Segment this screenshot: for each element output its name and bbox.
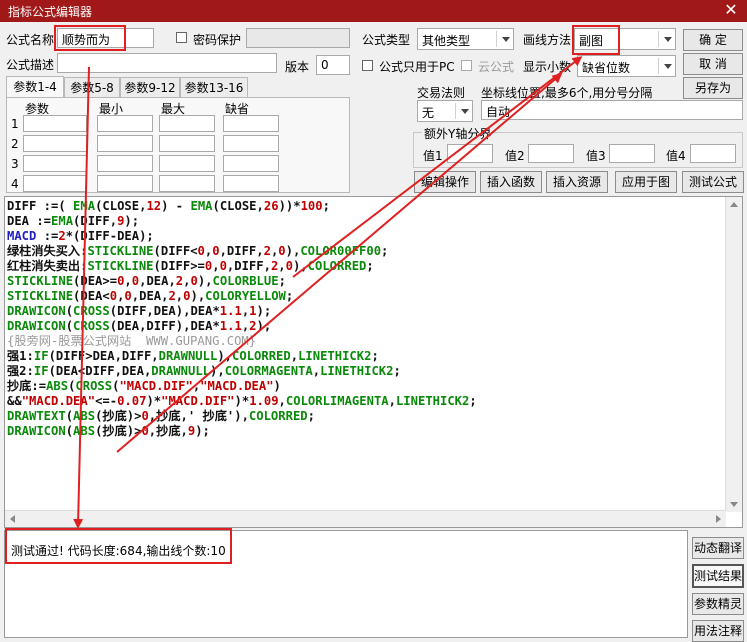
annotation-arrow-icon [73,56,583,529]
